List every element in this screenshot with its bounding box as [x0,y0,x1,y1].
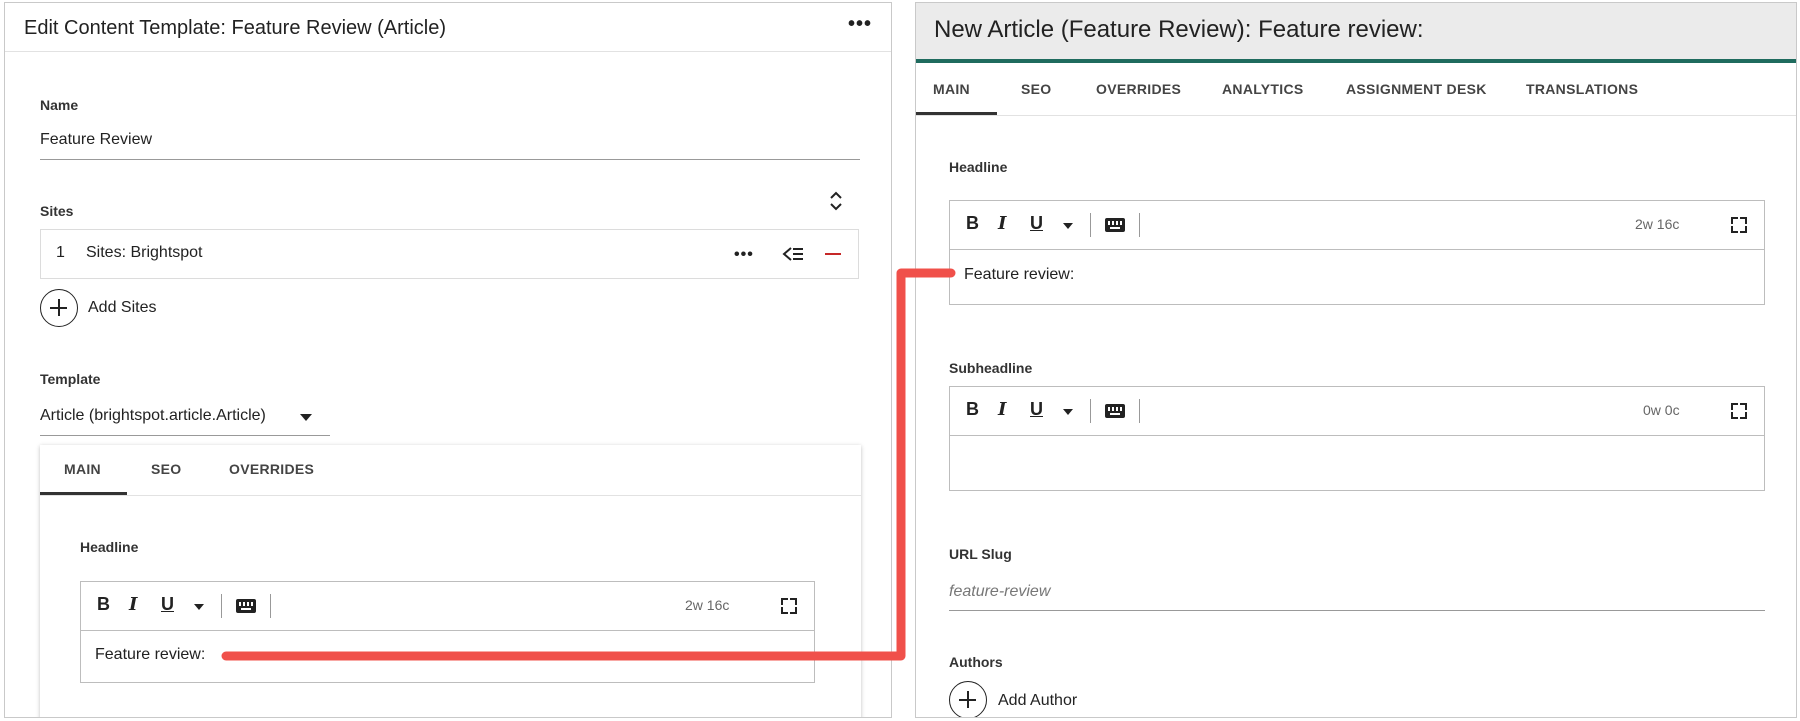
italic-button[interactable]: I [998,399,1006,420]
underline-button[interactable]: U [1030,399,1043,420]
sort-icon[interactable] [829,190,843,212]
fullscreen-icon[interactable] [1731,403,1747,419]
toolbar-separator [1090,213,1091,237]
word-char-count: 0w 0c [1643,402,1680,418]
underline-button[interactable]: U [1030,213,1043,234]
bold-button[interactable]: B [966,399,979,420]
tab-seo[interactable]: SEO [1021,81,1051,97]
tab-assignment-desk[interactable]: ASSIGNMENT DESK [1346,81,1487,97]
italic-button[interactable]: I [129,594,137,615]
template-tabs-card: MAIN SEO OVERRIDES Headline B I U 2w 16c [40,445,861,717]
subheadline-editor[interactable]: B I U 0w 0c [949,386,1765,491]
headline-text[interactable]: Feature review: [964,266,1074,284]
keyboard-icon[interactable] [1105,404,1125,418]
reorder-icon[interactable] [781,245,805,263]
editor-toolbar: B I U 0w 0c [950,387,1764,436]
bold-button[interactable]: B [97,594,110,615]
toolbar-separator [1139,213,1140,237]
panel-header: Edit Content Template: Feature Review (A… [5,3,891,52]
url-slug-underline [949,610,1765,611]
remove-icon[interactable] [825,253,841,255]
article-tabs: MAIN SEO OVERRIDES ANALYTICS ASSIGNMENT … [916,63,1796,116]
tab-overrides[interactable]: OVERRIDES [229,461,314,477]
editor-toolbar: B I U 2w 16c [81,582,814,631]
name-field[interactable]: Feature Review [40,131,152,149]
edit-content-template-panel: Edit Content Template: Feature Review (A… [4,2,892,718]
page-title: New Article (Feature Review): Feature re… [934,16,1424,43]
url-slug-label: URL Slug [949,546,1012,562]
panel-header: New Article (Feature Review): Feature re… [916,3,1796,63]
headline-label: Headline [949,159,1008,175]
add-author-button[interactable]: Add Author [998,692,1077,710]
name-field-underline [40,159,860,160]
toolbar-separator [270,594,271,618]
tab-main[interactable]: MAIN [933,81,970,97]
tabs-divider [40,495,861,496]
toolbar-separator [221,594,222,618]
headline-text[interactable]: Feature review: [95,646,205,664]
template-select[interactable]: Article (brightspot.article.Article) [40,407,266,425]
headline-label: Headline [80,539,139,555]
new-article-panel: New Article (Feature Review): Feature re… [915,2,1797,718]
format-dropdown-icon[interactable] [194,604,204,610]
underline-button[interactable]: U [161,594,174,615]
italic-button[interactable]: I [998,213,1006,234]
fullscreen-icon[interactable] [781,598,797,614]
format-dropdown-icon[interactable] [1063,409,1073,415]
subheadline-label: Subheadline [949,360,1033,376]
sites-item-index: 1 [56,244,65,261]
sites-item-label: Sites: Brightspot [86,244,203,261]
tab-translations[interactable]: TRANSLATIONS [1526,81,1638,97]
word-char-count: 2w 16c [1635,216,1680,232]
url-slug-input[interactable]: feature-review [949,583,1050,601]
template-label: Template [40,371,101,387]
add-sites-button[interactable]: Add Sites [88,299,156,317]
headline-editor[interactable]: B I U 2w 16c Feature review: [80,581,815,683]
page-title: Edit Content Template: Feature Review (A… [24,17,447,39]
fullscreen-icon[interactable] [1731,217,1747,233]
name-label: Name [40,97,79,113]
keyboard-icon[interactable] [1105,218,1125,232]
more-icon[interactable]: ••• [734,247,754,263]
toolbar-separator [1090,399,1091,423]
active-tab-indicator [916,112,997,115]
bold-button[interactable]: B [966,213,979,234]
tab-main[interactable]: MAIN [64,461,101,477]
template-select-underline [40,435,330,436]
sites-label: Sites [40,203,74,219]
word-char-count: 2w 16c [685,597,730,613]
authors-label: Authors [949,654,1003,670]
headline-editor[interactable]: B I U 2w 16c Feature review: [949,200,1765,305]
editor-toolbar: B I U 2w 16c [950,201,1764,250]
tab-seo[interactable]: SEO [151,461,181,477]
dropdown-caret-icon[interactable] [300,414,312,421]
sites-item-row[interactable]: 1 Sites: Brightspot ••• [40,229,859,279]
tab-overrides[interactable]: OVERRIDES [1096,81,1181,97]
format-dropdown-icon[interactable] [1063,223,1073,229]
add-icon[interactable] [949,681,987,717]
keyboard-icon[interactable] [236,599,256,613]
tab-analytics[interactable]: ANALYTICS [1222,81,1304,97]
add-icon[interactable] [40,289,78,327]
toolbar-separator [1139,399,1140,423]
more-icon[interactable]: ••• [848,14,872,34]
